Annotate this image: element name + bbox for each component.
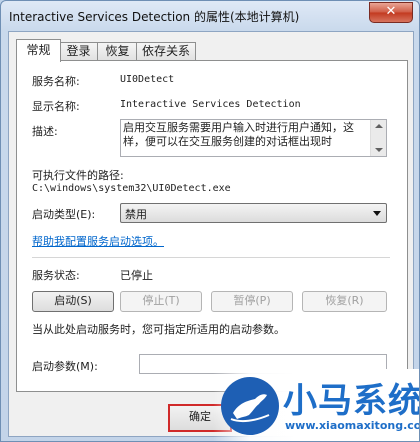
title-bar[interactable]: Interactive Services Detection 的属性(本地计算机… — [1, 1, 419, 31]
tab-dependencies[interactable]: 依存关系 — [136, 42, 196, 61]
service-name-label: 服务名称: — [32, 75, 80, 88]
tab-general[interactable]: 常规 — [16, 39, 61, 62]
startup-type-label: 启动类型(E): — [32, 208, 96, 221]
resume-button[interactable]: 恢复(R) — [302, 291, 387, 312]
watermark-url: www.xiaomaxitong.com — [285, 419, 420, 432]
watermark-text: 小马系统 — [283, 381, 420, 421]
scroll-down-icon[interactable] — [375, 148, 383, 152]
description-scrollbar[interactable] — [370, 120, 386, 156]
close-button[interactable]: ✕ — [369, 2, 413, 23]
watermark: 小马系统 www.xiaomaxitong.com — [213, 369, 419, 441]
display-name-value: Interactive Services Detection — [120, 99, 301, 110]
description-label: 描述: — [32, 125, 58, 138]
general-panel: 服务名称: UI0Detect 显示名称: Interactive Servic… — [16, 60, 408, 392]
start-params-label: 启动参数(M): — [32, 360, 98, 373]
stop-button[interactable]: 停止(T) — [120, 291, 202, 312]
display-name-label: 显示名称: — [32, 100, 80, 113]
horse-logo-svg — [230, 394, 270, 423]
horse-logo-icon — [221, 377, 279, 435]
properties-window: Interactive Services Detection 的属性(本地计算机… — [0, 0, 420, 442]
description-text: 启用交互服务需要用户输入时进行用户通知，这样，便可以在交互服务创建的对话框出现时 — [123, 121, 354, 148]
exe-path-value: C:\windows\system32\UI0Detect.exe — [32, 183, 231, 194]
status-value: 已停止 — [120, 269, 153, 282]
status-label: 服务状态: — [32, 269, 80, 282]
chevron-down-icon — [373, 211, 381, 216]
pause-button[interactable]: 暂停(P) — [211, 291, 293, 312]
exe-path-label: 可执行文件的路径: — [32, 169, 124, 182]
start-button[interactable]: 启动(S) — [32, 291, 114, 312]
help-config-link[interactable]: 帮助我配置服务启动选项。 — [32, 233, 164, 249]
tab-recovery[interactable]: 恢复 — [97, 42, 138, 61]
window-title: Interactive Services Detection 的属性(本地计算机… — [9, 10, 300, 24]
scroll-up-icon[interactable] — [375, 124, 383, 128]
divider — [32, 257, 390, 258]
service-name-value: UI0Detect — [120, 74, 175, 85]
startup-type-value: 禁用 — [125, 208, 147, 221]
description-box[interactable]: 启用交互服务需要用户输入时进行用户通知，这样，便可以在交互服务创建的对话框出现时 — [120, 119, 387, 157]
start-params-hint: 当从此处启动服务时，您可指定所适用的启动参数。 — [32, 323, 285, 336]
startup-type-select[interactable]: 禁用 — [120, 203, 387, 223]
tab-logon[interactable]: 登录 — [58, 42, 99, 61]
